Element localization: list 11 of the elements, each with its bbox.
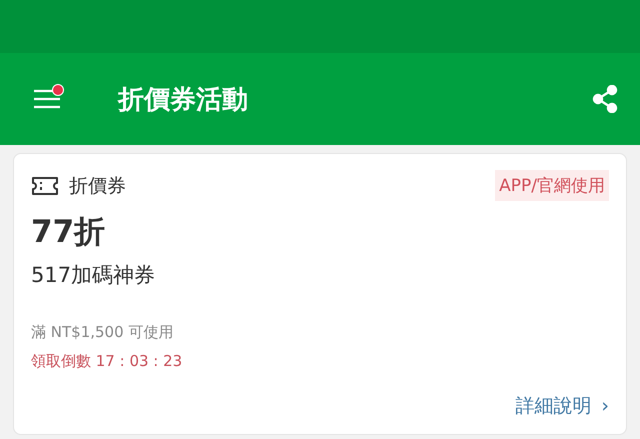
coupon-type: 折價券 xyxy=(69,174,126,198)
channel-tag: APP/官網使用 xyxy=(495,170,609,201)
ticket-icon xyxy=(31,176,59,196)
coupon-name: 517加碼神券 xyxy=(31,262,156,289)
details-link[interactable]: 詳細說明 › xyxy=(515,393,609,419)
usage-condition: 滿 NT$1,500 可使用 xyxy=(31,323,174,342)
page-title: 折價券活動 xyxy=(118,84,249,116)
countdown-text: 領取倒數 17 : 03 : 23 xyxy=(31,352,184,371)
menu-icon xyxy=(34,89,60,109)
discount-value: 77折 xyxy=(31,213,106,252)
share-icon xyxy=(592,85,618,113)
